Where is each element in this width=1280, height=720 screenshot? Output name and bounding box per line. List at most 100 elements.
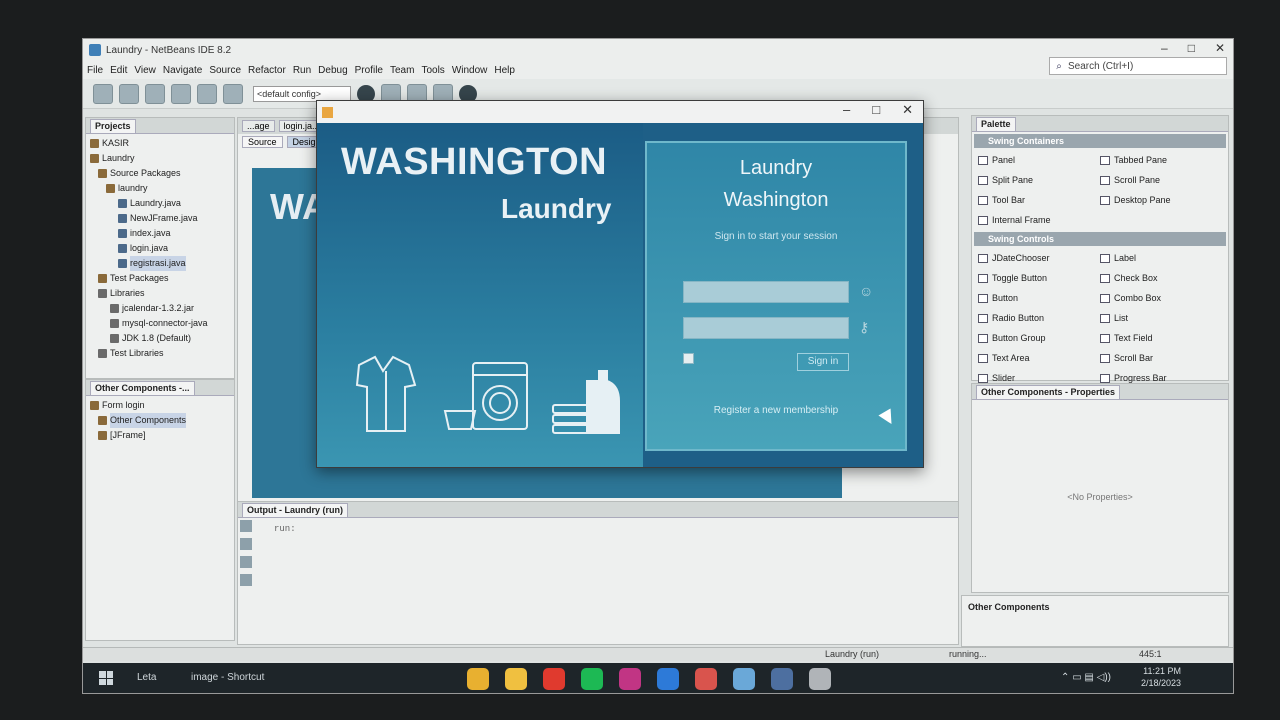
close-icon[interactable]: ✕ <box>1215 41 1225 55</box>
new-project-icon[interactable] <box>93 83 113 104</box>
status-project[interactable]: Laundry (run) <box>825 649 879 659</box>
register-link[interactable]: Register a new membership <box>647 405 905 416</box>
tree-node[interactable]: Libraries <box>90 286 230 301</box>
app-java-icon[interactable] <box>809 668 831 690</box>
tree-node[interactable]: Laundry <box>90 151 230 166</box>
palette-item[interactable]: Split Pane <box>978 170 1100 190</box>
menu-profile[interactable]: Profile <box>355 65 383 76</box>
save-all-icon[interactable] <box>171 83 191 104</box>
tree-node[interactable]: Test Packages <box>90 271 230 286</box>
password-field[interactable] <box>683 317 849 339</box>
palette-item[interactable]: Button <box>978 288 1100 308</box>
new-file-icon[interactable] <box>119 83 139 104</box>
app-cube-icon[interactable] <box>733 668 755 690</box>
tree-node[interactable]: Test Libraries <box>90 346 230 361</box>
palette-item[interactable]: Scroll Pane <box>1100 170 1222 190</box>
palette-section[interactable]: Swing Containers <box>974 134 1226 148</box>
tree-node[interactable]: index.java <box>90 226 230 241</box>
tree-node[interactable]: Laundry.java <box>90 196 230 211</box>
palette-item[interactable]: JDateChooser <box>978 248 1100 268</box>
menu-help[interactable]: Help <box>494 65 515 76</box>
tree-node[interactable]: JDK 1.8 (Default) <box>90 331 230 346</box>
tree-node[interactable]: KASIR <box>90 136 230 151</box>
palette-item[interactable]: Radio Button <box>978 308 1100 328</box>
tree-node[interactable]: jcalendar-1.3.2.jar <box>90 301 230 316</box>
spotify-icon[interactable] <box>581 668 603 690</box>
chrome-icon[interactable] <box>467 668 489 690</box>
menu-file[interactable]: File <box>87 65 103 76</box>
maximize-icon[interactable]: □ <box>872 102 880 118</box>
minimize-icon[interactable]: – <box>1161 41 1168 55</box>
signin-button[interactable]: Sign in <box>797 353 849 371</box>
jdk-icon <box>110 334 119 343</box>
clock[interactable]: 11:21 PM 2/18/2023 <box>1141 665 1181 689</box>
maximize-icon[interactable]: □ <box>1188 41 1195 55</box>
palette-item[interactable]: Combo Box <box>1100 288 1222 308</box>
palette-item[interactable]: Toggle Button <box>978 268 1100 288</box>
search-input[interactable]: ⌕ Search (Ctrl+I) <box>1049 57 1227 75</box>
youtube-icon[interactable] <box>543 668 565 690</box>
tree-node[interactable]: [JFrame] <box>90 428 230 443</box>
tree-node[interactable]: Form login <box>90 398 230 413</box>
menu-refactor[interactable]: Refactor <box>248 65 286 76</box>
palette-item[interactable]: Tabbed Pane <box>1100 150 1222 170</box>
undo-icon[interactable] <box>197 83 217 104</box>
source-mode-button[interactable]: Source <box>242 136 283 148</box>
remember-checkbox[interactable] <box>683 353 694 364</box>
tree-node[interactable]: Other Components <box>90 413 230 428</box>
menu-run[interactable]: Run <box>293 65 311 76</box>
palette-section[interactable]: Swing Controls <box>974 232 1226 246</box>
tree-node[interactable]: registrasi.java <box>90 256 230 271</box>
package-folder-icon <box>98 169 107 178</box>
menu-navigate[interactable]: Navigate <box>163 65 202 76</box>
output-tab[interactable]: Output - Laundry (run) <box>242 502 348 517</box>
projects-tab[interactable]: Projects <box>90 118 136 133</box>
menu-tools[interactable]: Tools <box>421 65 444 76</box>
taskbar-shortcut[interactable]: image - Shortcut <box>191 672 264 683</box>
tree-node[interactable]: laundry <box>90 181 230 196</box>
palette-item[interactable]: Internal Frame <box>978 210 1100 230</box>
close-icon[interactable]: ✕ <box>902 102 913 118</box>
properties-tab[interactable]: Other Components - Properties <box>976 384 1121 399</box>
tree-node[interactable]: Source Packages <box>90 166 230 181</box>
menu-view[interactable]: View <box>134 65 156 76</box>
minimize-icon[interactable]: – <box>843 102 850 118</box>
palette-item[interactable]: Desktop Pane <box>1100 190 1222 210</box>
palette-item[interactable]: Panel <box>978 150 1100 170</box>
app-chart-icon[interactable] <box>771 668 793 690</box>
navigator-tab[interactable]: Other Components -... <box>90 380 195 395</box>
palette-item[interactable]: Check Box <box>1100 268 1222 288</box>
palette-item[interactable]: Label <box>1100 248 1222 268</box>
palette-item[interactable]: Text Area <box>978 348 1100 368</box>
text-field-icon <box>1100 333 1110 343</box>
store-icon[interactable] <box>657 668 679 690</box>
stop-icon[interactable] <box>240 556 252 568</box>
palette-item[interactable]: Text Field <box>1100 328 1222 348</box>
windows-start-icon[interactable] <box>99 671 113 685</box>
editor-tab[interactable]: ...age <box>242 120 275 132</box>
palette-item[interactable]: Button Group <box>978 328 1100 348</box>
menu-edit[interactable]: Edit <box>110 65 127 76</box>
username-field[interactable] <box>683 281 849 303</box>
system-tray-icons[interactable]: ⌃ ▭ ▤ ◁)) <box>1061 672 1111 683</box>
rerun-icon[interactable] <box>240 520 252 532</box>
menu-window[interactable]: Window <box>452 65 488 76</box>
tree-node[interactable]: NewJFrame.java <box>90 211 230 226</box>
instagram-icon[interactable] <box>619 668 641 690</box>
rerun-options-icon[interactable] <box>240 538 252 550</box>
settings-icon[interactable] <box>240 574 252 586</box>
tree-node[interactable]: login.java <box>90 241 230 256</box>
palette-item[interactable]: Tool Bar <box>978 190 1100 210</box>
redo-icon[interactable] <box>223 83 243 104</box>
menu-team[interactable]: Team <box>390 65 414 76</box>
palette-item[interactable]: Scroll Bar <box>1100 348 1222 368</box>
open-project-icon[interactable] <box>145 83 165 104</box>
taskbar-search[interactable]: Leta <box>137 672 156 683</box>
palette-item[interactable]: List <box>1100 308 1222 328</box>
xampp-icon[interactable] <box>695 668 717 690</box>
file-explorer-icon[interactable] <box>505 668 527 690</box>
palette-tab[interactable]: Palette <box>976 116 1016 131</box>
menu-debug[interactable]: Debug <box>318 65 347 76</box>
menu-source[interactable]: Source <box>209 65 241 76</box>
tree-node[interactable]: mysql-connector-java <box>90 316 230 331</box>
